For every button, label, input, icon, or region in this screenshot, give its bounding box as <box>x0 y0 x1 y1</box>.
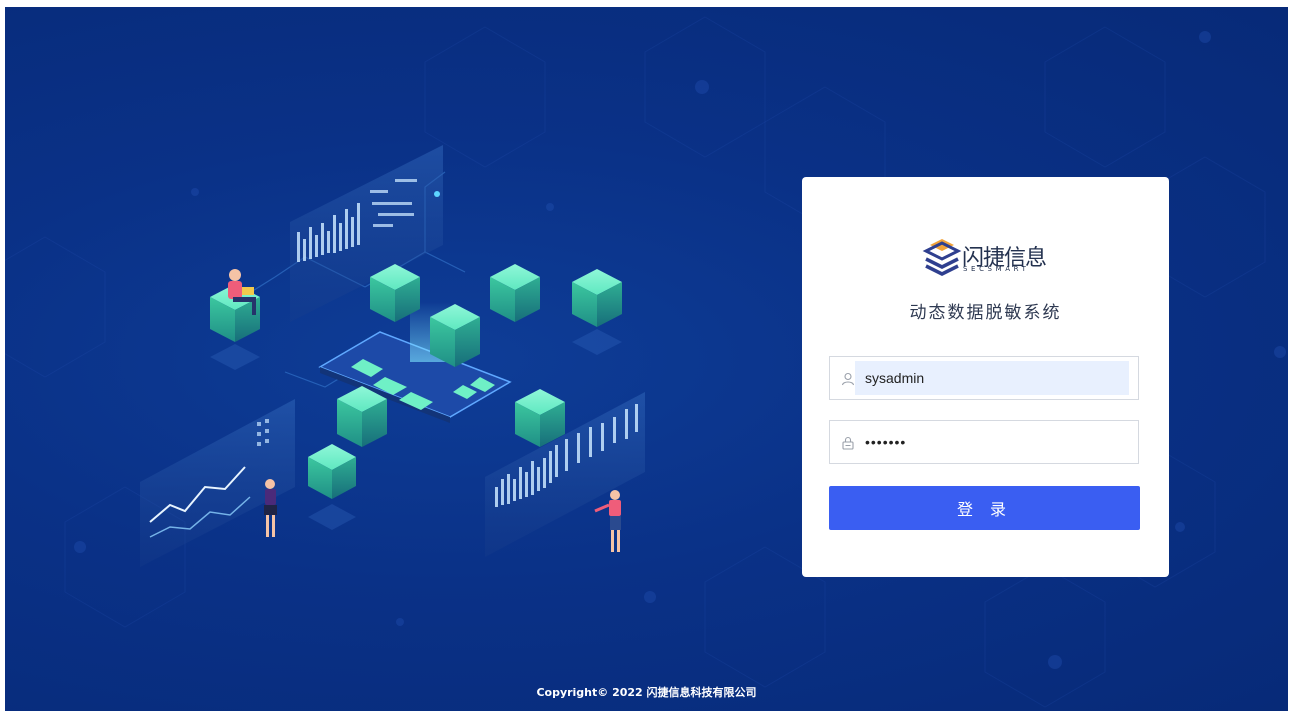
secsmart-logo-icon <box>922 239 962 276</box>
login-card: 闪捷信息 SECSMART 动态数据脱敏系统 登 录 <box>802 177 1169 577</box>
data-platform-illustration <box>140 145 645 567</box>
username-field[interactable] <box>829 356 1139 400</box>
top-chart-panel <box>290 145 443 322</box>
cube-2 <box>430 304 480 367</box>
login-button[interactable]: 登 录 <box>829 486 1140 530</box>
cube-3 <box>490 264 540 322</box>
cube-8 <box>308 444 356 499</box>
cube-4 <box>572 269 622 327</box>
login-screen: 闪捷信息 SECSMART 动态数据脱敏系统 登 录 Copyright© 20… <box>5 7 1288 711</box>
cube-6 <box>337 386 387 447</box>
password-input[interactable] <box>855 425 1129 459</box>
brand-subname: SECSMART <box>963 265 1030 273</box>
brand-logo: 闪捷信息 SECSMART <box>922 237 1052 283</box>
username-input[interactable] <box>855 361 1129 395</box>
user-icon <box>841 372 855 386</box>
password-field[interactable] <box>829 420 1139 464</box>
lock-icon <box>842 436 854 450</box>
cube-7 <box>515 389 565 447</box>
person-right <box>594 490 621 552</box>
footer-copyright: Copyright© 2022 闪捷信息科技有限公司 <box>536 686 757 699</box>
system-title: 动态数据脱敏系统 <box>909 303 1062 323</box>
